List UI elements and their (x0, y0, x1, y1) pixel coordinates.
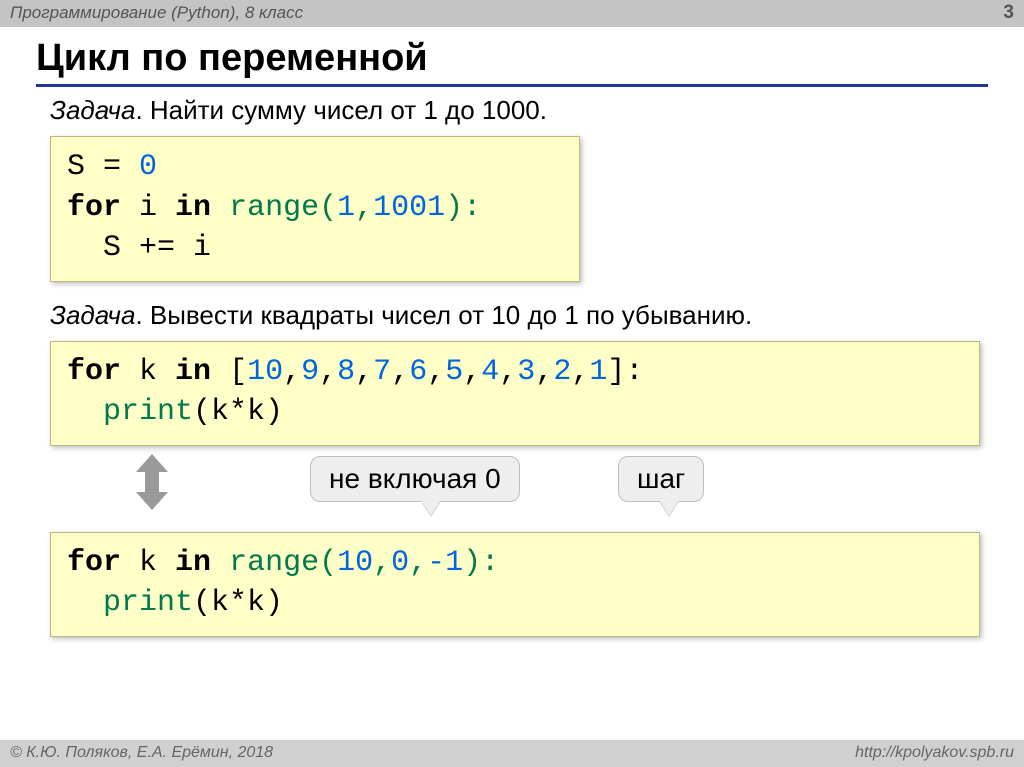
slide-title: Цикл по переменной (36, 37, 988, 87)
c2-c7: , (499, 355, 517, 389)
c2-lb: [ (229, 355, 247, 389)
c2-6: 6 (409, 355, 427, 389)
c3-in: in (175, 546, 211, 580)
code-block-1: S = 0 for i in range(1,1001): S += i (50, 136, 580, 282)
code1-in: in (175, 191, 211, 225)
c2-sp2 (211, 355, 229, 389)
slide-body: Цикл по переменной Задача. Найти сумму ч… (0, 37, 1024, 637)
code1-mid: i (121, 191, 175, 225)
c2-rb: ]: (607, 355, 643, 389)
c2-c3: , (355, 355, 373, 389)
c3-end: ): (463, 546, 499, 580)
c2-c2: , (319, 355, 337, 389)
c2-c9: , (571, 355, 589, 389)
c2-4: 4 (481, 355, 499, 389)
c3-c1: , (373, 546, 391, 580)
code1-range: range( (229, 191, 337, 225)
c3-l2b: (k*k) (193, 586, 283, 620)
c3-m1: -1 (427, 546, 463, 580)
callout-step-text: шаг (637, 463, 685, 494)
code1-l3: S += i (67, 231, 211, 265)
c2-c8: , (535, 355, 553, 389)
course-label: Программирование (Python), 8 класс (10, 3, 303, 23)
footer-url: http://kpolyakov.spb.ru (855, 744, 1014, 762)
slide-header: Программирование (Python), 8 класс 3 (0, 0, 1024, 27)
c2-9: 9 (301, 355, 319, 389)
slide-footer: © К.Ю. Поляков, Е.А. Ерёмин, 2018 http:/… (0, 740, 1024, 767)
double-arrow-icon (132, 454, 172, 519)
callout-row: не включая 0 шаг (50, 450, 988, 528)
task-2-text: . Вывести квадраты чисел от 10 до 1 по у… (135, 300, 752, 330)
c3-0: 0 (391, 546, 409, 580)
task-1-text: . Найти сумму чисел от 1 до 1000. (135, 95, 547, 125)
task-2: Задача. Вывести квадраты чисел от 10 до … (50, 300, 988, 331)
code-block-3: for k in range(10,0,-1): print(k*k) (50, 532, 980, 637)
callout-tail-icon (659, 500, 679, 516)
code1-sp (211, 191, 229, 225)
code1-end: ): (445, 191, 481, 225)
c3-l2a (67, 586, 103, 620)
c2-5: 5 (445, 355, 463, 389)
c2-sp1: k (121, 355, 175, 389)
code1-c: , (355, 191, 373, 225)
c3-range: range( (229, 546, 337, 580)
c3-sp2 (211, 546, 229, 580)
callout-not-including-zero-text: не включая 0 (329, 463, 501, 494)
c3-for: for (67, 546, 121, 580)
task-2-label: Задача (50, 300, 135, 330)
copyright: © К.Ю. Поляков, Е.А. Ерёмин, 2018 (10, 744, 273, 762)
task-1-label: Задача (50, 95, 135, 125)
code1-for: for (67, 191, 121, 225)
code1-n1: 1 (337, 191, 355, 225)
c2-l2a (67, 395, 103, 429)
callout-not-including-zero: не включая 0 (310, 456, 520, 502)
code1-l1a: S = (67, 150, 139, 184)
c2-7: 7 (373, 355, 391, 389)
code1-n2: 1001 (373, 191, 445, 225)
c2-10: 10 (247, 355, 283, 389)
c2-2: 2 (553, 355, 571, 389)
c2-for: for (67, 355, 121, 389)
c2-c1: , (283, 355, 301, 389)
page-number: 3 (1003, 2, 1014, 24)
c3-10: 10 (337, 546, 373, 580)
c3-c2: , (409, 546, 427, 580)
code1-l1n: 0 (139, 150, 157, 184)
code-block-2: for k in [10,9,8,7,6,5,4,3,2,1]: print(k… (50, 341, 980, 446)
c2-c5: , (427, 355, 445, 389)
c2-8: 8 (337, 355, 355, 389)
c2-in: in (175, 355, 211, 389)
c2-3: 3 (517, 355, 535, 389)
c2-c6: , (463, 355, 481, 389)
c2-1: 1 (589, 355, 607, 389)
callout-tail-icon (421, 500, 441, 516)
task-1: Задача. Найти сумму чисел от 1 до 1000. (50, 95, 988, 126)
c3-print: print (103, 586, 193, 620)
callout-step: шаг (618, 456, 704, 502)
c2-c4: , (391, 355, 409, 389)
c2-print: print (103, 395, 193, 429)
c2-l2b: (k*k) (193, 395, 283, 429)
c3-sp1: k (121, 546, 175, 580)
